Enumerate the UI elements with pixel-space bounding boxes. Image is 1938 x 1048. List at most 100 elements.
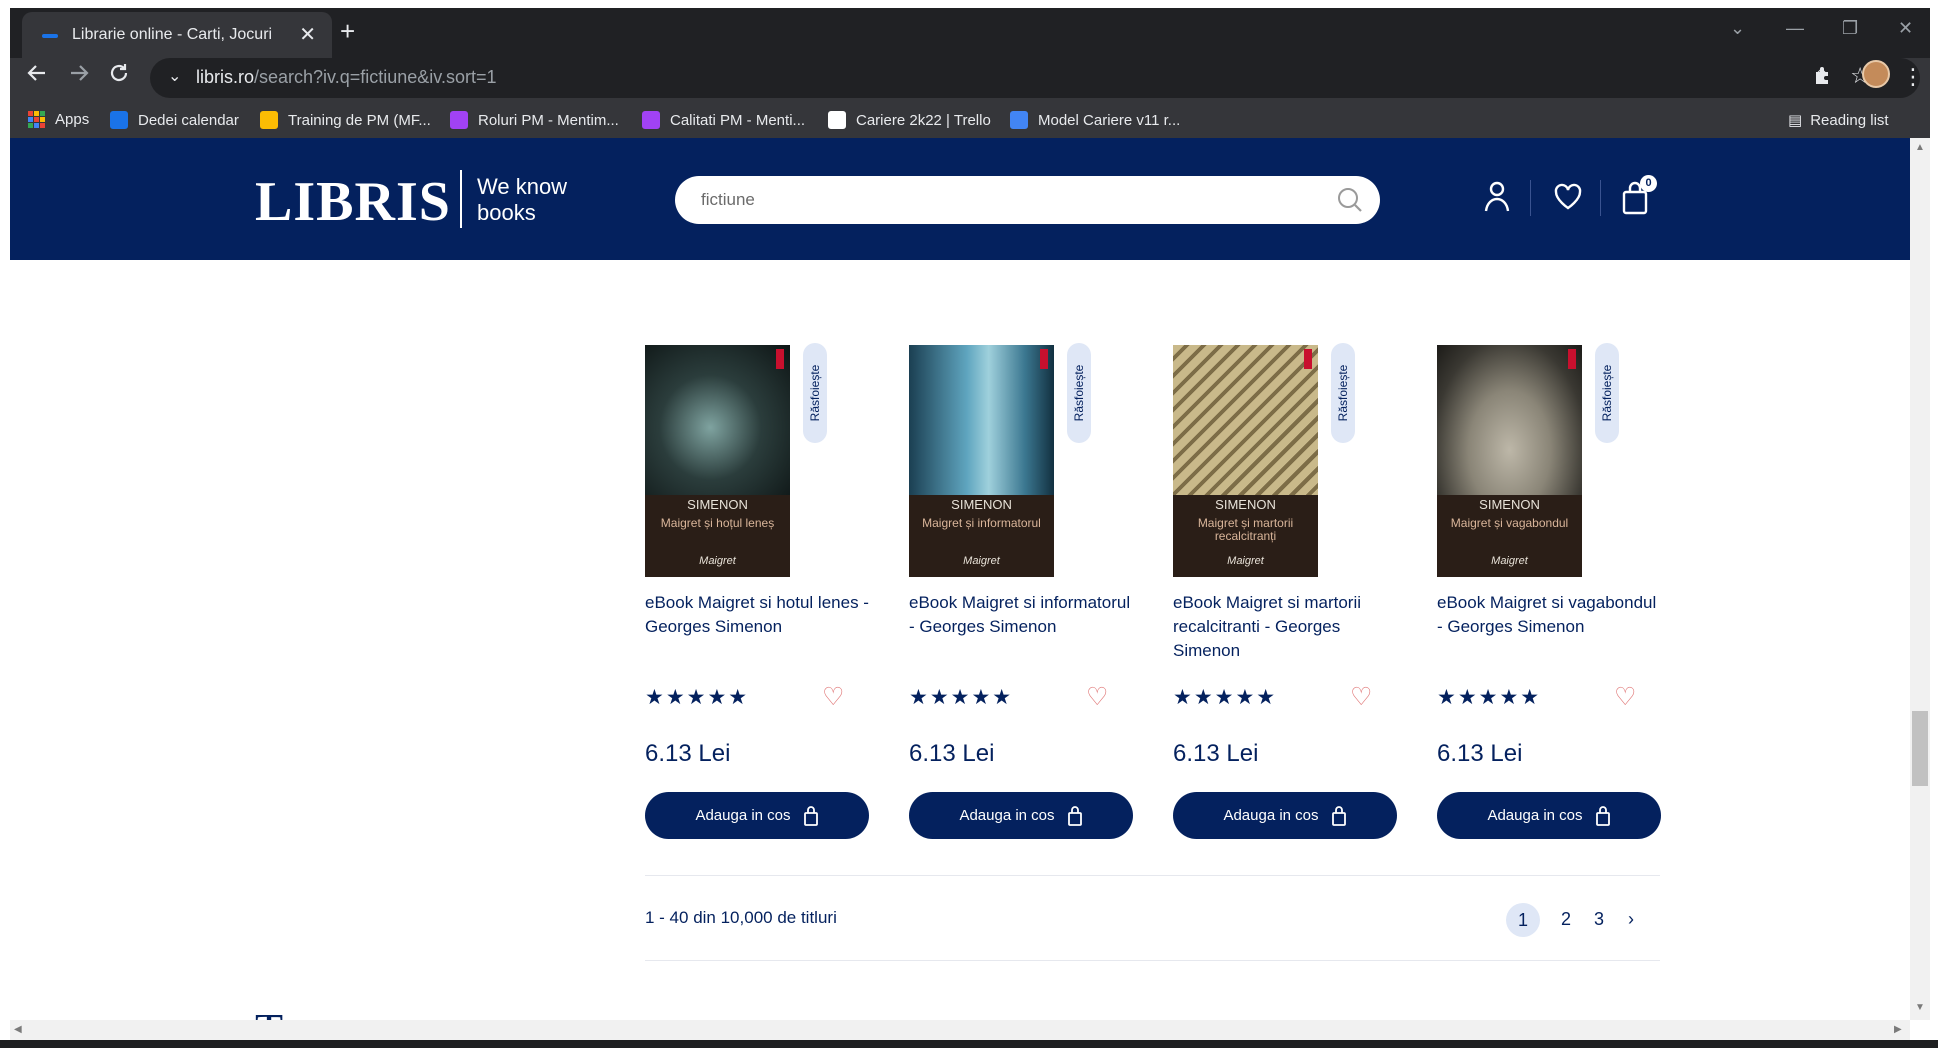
bookmark-apps[interactable]: Apps	[28, 111, 89, 128]
add-to-cart-button[interactable]: Adauga in cos	[1437, 792, 1661, 839]
wishlist-heart-icon[interactable]: ♡	[1086, 682, 1108, 712]
reload-icon[interactable]	[108, 60, 130, 91]
extensions-icon[interactable]	[1812, 64, 1834, 92]
scroll-down-arrow-icon[interactable]: ▼	[1915, 1002, 1925, 1013]
cover-author: SIMENON	[1215, 497, 1276, 512]
product-price: 6.13 Lei	[1173, 740, 1259, 767]
browse-book-button[interactable]: Răsfoiește	[1595, 343, 1619, 443]
book-cover[interactable]: SIMENON Maigret și hoțul leneș Maigret	[645, 345, 790, 577]
cover-title: Maigret și martorii recalcitranți	[1197, 516, 1294, 543]
browse-book-button[interactable]: Răsfoiește	[1331, 343, 1355, 443]
libris-logo[interactable]: LIBRIS	[255, 170, 451, 234]
page-1-button[interactable]: 1	[1506, 903, 1540, 937]
reading-list-button[interactable]: ▤ Reading list	[1788, 111, 1889, 130]
cover-title: Maigret și vagabondul	[1450, 516, 1569, 530]
logo-divider	[460, 170, 462, 228]
account-icon[interactable]	[1482, 180, 1512, 219]
search-input[interactable]	[701, 188, 1321, 212]
url-text[interactable]: libris.ro/search?iv.q=fictiune&iv.sort=1	[196, 67, 496, 88]
add-to-cart-label: Adauga in cos	[1223, 807, 1319, 824]
product-price: 6.13 Lei	[645, 740, 731, 767]
cover-title: Maigret și hoțul leneș	[660, 516, 775, 530]
horizontal-scrollbar[interactable]	[10, 1020, 1910, 1040]
book-cover[interactable]: SIMENON Maigret și informatorul Maigret	[909, 345, 1054, 577]
close-window-button[interactable]: ✕	[1898, 18, 1913, 39]
search-icon[interactable]	[1336, 186, 1364, 219]
cover-signature: Maigret	[1491, 555, 1528, 567]
restore-button[interactable]: ❐	[1842, 18, 1858, 39]
address-bar[interactable]: ⌄ libris.ro/search?iv.q=fictiune&iv.sort…	[150, 58, 1920, 98]
tab-search-icon[interactable]: ⌄	[1730, 18, 1745, 39]
rating-stars: ★★★★★	[645, 686, 750, 709]
book-cover[interactable]: SIMENON Maigret și martorii recalcitranț…	[1173, 345, 1318, 577]
site-info-chevron-icon[interactable]: ⌄	[168, 66, 181, 86]
section-divider	[645, 960, 1660, 961]
os-taskbar	[0, 1040, 1938, 1048]
product-name-link[interactable]: eBook Maigret si martorii recalcitranti …	[1173, 591, 1397, 663]
wishlist-heart-icon[interactable]: ♡	[1350, 682, 1372, 712]
bag-icon	[1067, 805, 1082, 826]
miro-icon	[642, 111, 660, 129]
browse-book-button[interactable]: Răsfoiește	[1067, 343, 1091, 443]
add-to-cart-button[interactable]: Adauga in cos	[909, 792, 1133, 839]
docs-icon	[1010, 111, 1028, 129]
cover-author: SIMENON	[951, 497, 1012, 512]
section-divider	[645, 875, 1660, 876]
product-name-link[interactable]: eBook Maigret si hotul lenes - Georges S…	[645, 591, 869, 639]
bookmark-cariere-trello[interactable]: Cariere 2k22 | Trello	[828, 111, 991, 129]
site-header: LIBRIS We know books 0	[10, 138, 1910, 260]
bag-icon	[1595, 805, 1610, 826]
vertical-scrollbar[interactable]	[1910, 138, 1930, 1020]
header-separator	[1600, 180, 1601, 216]
reading-list-icon: ▤	[1788, 112, 1803, 129]
scroll-right-arrow-icon[interactable]: ▶	[1894, 1024, 1902, 1035]
forward-arrow-icon[interactable]	[68, 60, 90, 91]
scroll-left-arrow-icon[interactable]: ◀	[14, 1024, 22, 1035]
page-3-button[interactable]: 3	[1594, 909, 1604, 930]
publisher-mark	[1040, 349, 1048, 369]
cover-image	[909, 345, 1054, 495]
wishlist-heart-icon[interactable]: ♡	[1614, 682, 1636, 712]
product-price: 6.13 Lei	[909, 740, 995, 767]
tab-close-icon[interactable]: ✕	[299, 22, 316, 47]
product-name-link[interactable]: eBook Maigret si informatorul - Georges …	[909, 591, 1133, 639]
wishlist-heart-icon[interactable]: ♡	[822, 682, 844, 712]
browser-tab[interactable]: Librarie online - Carti, Jocuri, Mu ✕	[22, 12, 332, 58]
bag-icon	[803, 805, 818, 826]
apps-grid-icon	[28, 111, 45, 128]
back-arrow-icon[interactable]	[26, 60, 48, 91]
product-name-link[interactable]: eBook Maigret si vagabondul - Georges Si…	[1437, 591, 1661, 639]
calendar-icon	[110, 111, 128, 129]
vertical-scrollbar-thumb[interactable]	[1912, 711, 1928, 786]
header-separator	[1530, 180, 1531, 216]
search-box	[675, 176, 1380, 224]
add-to-cart-button[interactable]: Adauga in cos	[1173, 792, 1397, 839]
page-2-button[interactable]: 2	[1561, 909, 1571, 930]
cover-image	[645, 345, 790, 495]
profile-avatar[interactable]	[1862, 60, 1890, 88]
wishlist-heart-icon[interactable]	[1553, 180, 1583, 219]
next-page-chevron-icon[interactable]: ›	[1628, 909, 1634, 930]
bookmark-training-pm[interactable]: Training de PM (MF...	[260, 111, 431, 129]
bookmark-roluri-pm[interactable]: Roluri PM - Mentim...	[450, 111, 619, 129]
publisher-mark	[776, 349, 784, 369]
bookmark-dedei-calendar[interactable]: Dedei calendar	[110, 111, 239, 129]
book-cover[interactable]: SIMENON Maigret și vagabondul Maigret	[1437, 345, 1582, 577]
bookmark-model-cariere[interactable]: Model Cariere v11 r...	[1010, 111, 1180, 129]
bookmark-calitati-pm[interactable]: Calitati PM - Menti...	[642, 111, 805, 129]
tagline: We know books	[477, 174, 567, 226]
add-to-cart-label: Adauga in cos	[959, 807, 1055, 824]
new-tab-button[interactable]: +	[340, 16, 355, 47]
minimize-button[interactable]: —	[1786, 18, 1804, 39]
browse-book-button[interactable]: Răsfoiește	[803, 343, 827, 443]
publisher-mark	[1568, 349, 1576, 369]
add-to-cart-label: Adauga in cos	[695, 807, 791, 824]
publisher-mark	[1304, 349, 1312, 369]
cover-signature: Maigret	[699, 555, 736, 567]
add-to-cart-button[interactable]: Adauga in cos	[645, 792, 869, 839]
product-price: 6.13 Lei	[1437, 740, 1523, 767]
scroll-up-arrow-icon[interactable]: ▲	[1915, 142, 1925, 153]
rating-stars: ★★★★★	[1437, 686, 1542, 709]
menu-kebab-icon[interactable]: ⋮	[1902, 64, 1924, 90]
rating-stars: ★★★★★	[909, 686, 1014, 709]
